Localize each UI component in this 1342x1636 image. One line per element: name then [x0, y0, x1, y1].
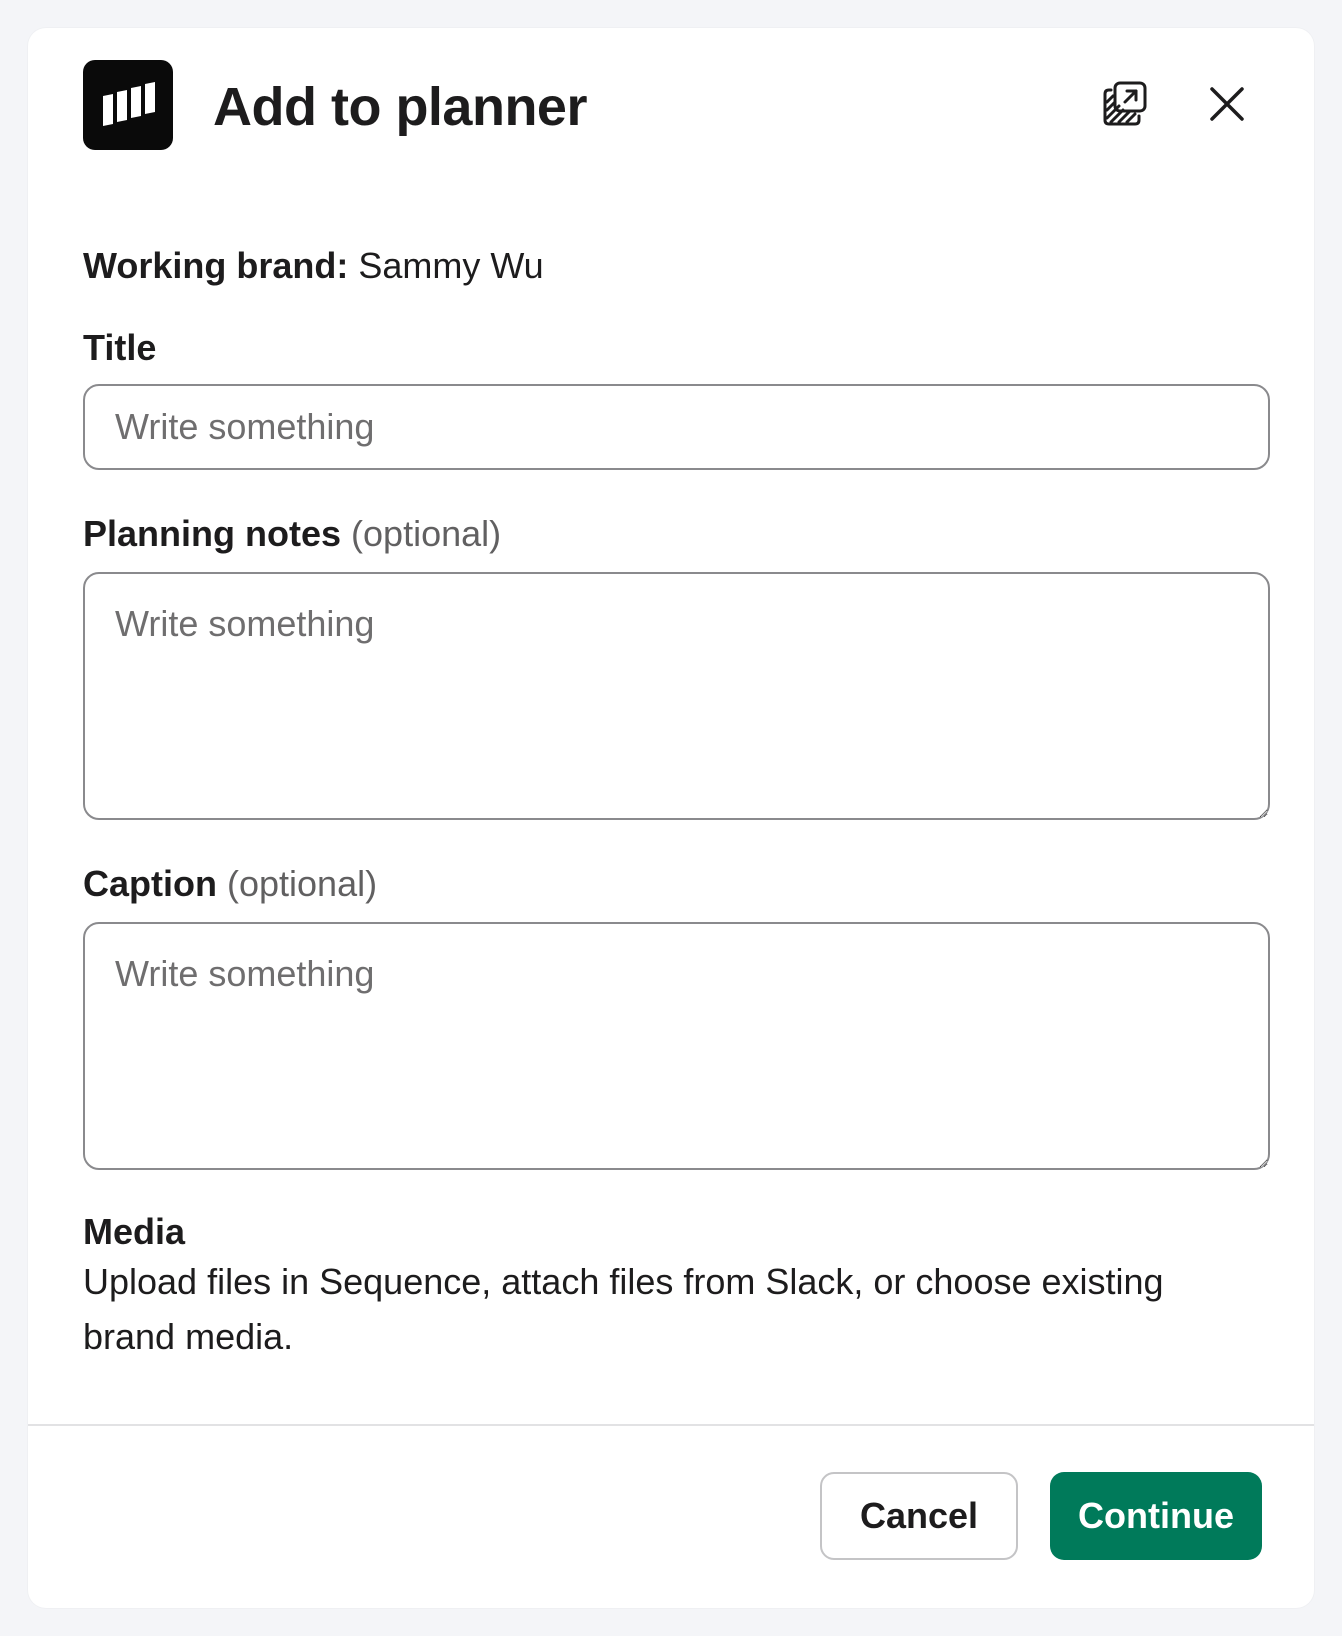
- close-icon: [1210, 87, 1244, 121]
- working-brand-label: Working brand:: [83, 245, 349, 286]
- title-label: Title: [83, 326, 156, 370]
- planning-notes-label-text: Planning notes: [83, 513, 342, 554]
- optional-tag: (optional): [227, 863, 378, 904]
- popout-window-icon: [1103, 81, 1147, 126]
- modal-header: Add to planner: [83, 60, 1259, 152]
- working-brand: Working brand: Sammy Wu: [83, 244, 544, 288]
- close-button[interactable]: [1195, 72, 1259, 136]
- add-to-planner-modal: Add to planner Working brand: Sammy Wu T…: [28, 28, 1314, 1608]
- sequence-bars-logo-icon: [83, 60, 173, 150]
- caption-textarea[interactable]: [83, 922, 1270, 1170]
- footer-divider: [28, 1424, 1314, 1426]
- title-label-text: Title: [83, 327, 157, 368]
- modal-title: Add to planner: [213, 77, 587, 137]
- caption-label-text: Caption: [83, 863, 217, 904]
- working-brand-value: Sammy Wu: [358, 245, 544, 286]
- media-title: Media: [83, 1211, 186, 1252]
- continue-button[interactable]: Continue: [1050, 1472, 1262, 1560]
- planning-notes-textarea[interactable]: [83, 572, 1270, 820]
- planning-notes-label: Planning notes (optional): [83, 512, 501, 556]
- media-description: Upload files in Sequence, attach files f…: [83, 1261, 1164, 1357]
- title-input[interactable]: [83, 384, 1270, 470]
- cancel-button[interactable]: Cancel: [820, 1472, 1018, 1560]
- optional-tag: (optional): [351, 513, 502, 554]
- popout-button[interactable]: [1093, 72, 1157, 136]
- caption-label: Caption (optional): [83, 862, 377, 906]
